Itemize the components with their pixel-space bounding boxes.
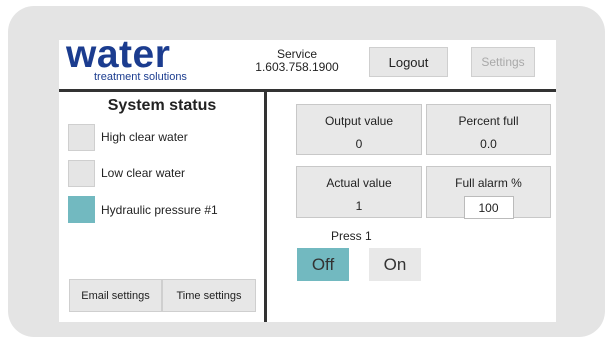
email-settings-button[interactable]: Email settings xyxy=(69,279,162,312)
brand-logo: water treatment solutions xyxy=(66,35,216,85)
actual-value-label: Actual value xyxy=(326,176,392,190)
status-label-hydraulic-pressure: Hydraulic pressure #1 xyxy=(101,203,218,217)
status-indicator-low-clear-water xyxy=(68,160,95,187)
header-divider xyxy=(59,89,556,92)
system-status-title: System status xyxy=(107,97,217,114)
full-alarm-label: Full alarm % xyxy=(455,176,522,190)
status-label-high-clear-water: High clear water xyxy=(101,130,188,144)
output-value-label: Output value xyxy=(324,114,394,128)
status-label-low-clear-water: Low clear water xyxy=(101,166,186,180)
percent-full-label: Percent full xyxy=(458,114,519,128)
panel-divider xyxy=(264,89,267,322)
settings-button[interactable]: Settings xyxy=(471,47,535,77)
logo-tagline: treatment solutions xyxy=(94,71,187,83)
press-off-button[interactable]: Off xyxy=(297,248,349,281)
output-value-readout: 0 xyxy=(355,137,363,151)
status-indicator-hydraulic-pressure xyxy=(68,196,95,223)
output-value-tile: Output value 0 xyxy=(296,104,422,155)
press-label: Press 1 xyxy=(331,229,372,243)
actual-value-tile: Actual value 1 xyxy=(296,166,422,218)
press-on-button[interactable]: On xyxy=(369,248,421,281)
time-settings-button[interactable]: Time settings xyxy=(162,279,256,312)
logo-wordmark: water xyxy=(66,33,171,76)
full-alarm-tile: Full alarm % xyxy=(426,166,551,219)
full-alarm-input[interactable] xyxy=(463,196,514,219)
status-indicator-high-clear-water xyxy=(68,124,95,151)
percent-full-tile: Percent full 0.0 xyxy=(426,104,551,155)
service-contact: Service 1.603.758.1900 xyxy=(245,48,349,74)
percent-full-readout: 0.0 xyxy=(480,137,497,151)
actual-value-readout: 1 xyxy=(355,199,363,213)
logout-button[interactable]: Logout xyxy=(369,47,448,77)
service-phone: 1.603.758.1900 xyxy=(255,60,339,74)
